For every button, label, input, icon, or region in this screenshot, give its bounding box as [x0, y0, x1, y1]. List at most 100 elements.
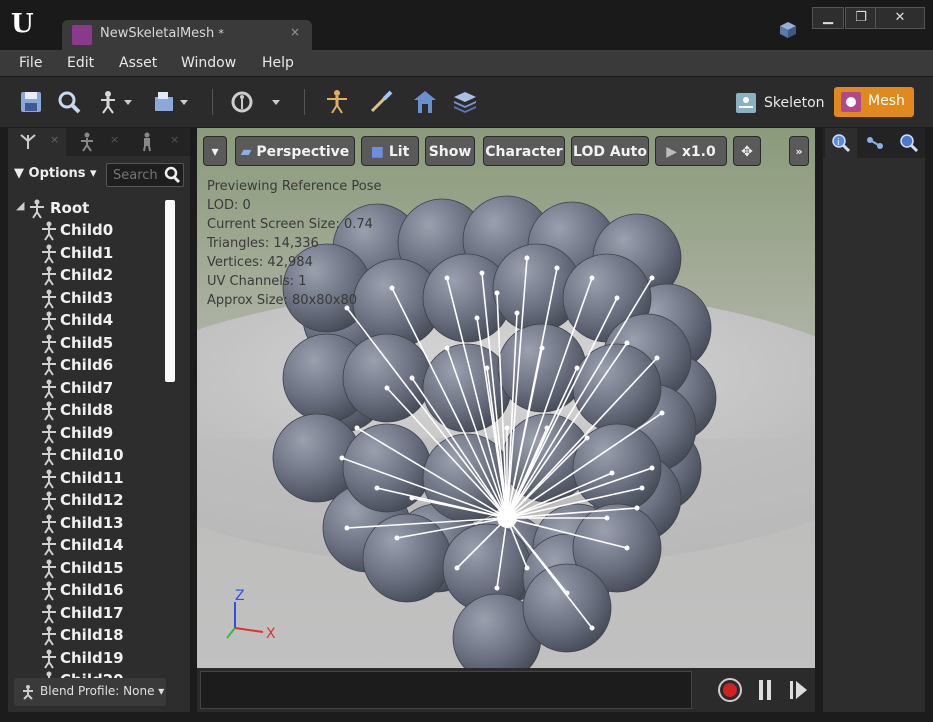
- skeleton-mode-label: Skeleton: [764, 95, 825, 111]
- bone-icon: [40, 671, 58, 678]
- tab-close-icon[interactable]: ×: [290, 25, 300, 39]
- tree-row-label: Child12: [60, 491, 124, 509]
- blend-profile-dropdown[interactable]: Blend Profile: None ▾: [14, 678, 166, 706]
- tab-pose-asset[interactable]: ×: [68, 128, 126, 156]
- bone-joint: [394, 535, 400, 541]
- bone-icon: [40, 514, 58, 534]
- pause-icon[interactable]: [755, 677, 775, 703]
- menu-asset[interactable]: Asset: [119, 55, 157, 71]
- bone-icon: [40, 334, 58, 354]
- blend-profile-label: Blend Profile: None ▾: [40, 684, 165, 698]
- record-icon[interactable]: [717, 677, 743, 703]
- skeleton-mode-button[interactable]: Skeleton: [730, 89, 828, 117]
- search-input[interactable]: [111, 166, 165, 184]
- bone-joint: [454, 565, 460, 571]
- bone-icon: [40, 536, 58, 556]
- lod-button[interactable]: LOD Auto: [571, 136, 649, 166]
- close-window-button[interactable]: ✕: [875, 7, 925, 29]
- tab-close-icon[interactable]: ×: [50, 133, 59, 146]
- bone-joint: [504, 425, 510, 431]
- tree-scrollbar[interactable]: [165, 200, 175, 382]
- mannequin-icon: [143, 132, 151, 152]
- maximize-button[interactable]: ❐: [845, 7, 877, 29]
- stat-line: LOD: 0: [207, 198, 251, 213]
- find-in-browser-icon[interactable]: [56, 89, 82, 115]
- axis-z-label: Z: [235, 588, 245, 604]
- search-box[interactable]: [106, 163, 184, 187]
- tree-row-label: Child14: [60, 536, 124, 554]
- search-icon[interactable]: [163, 166, 181, 184]
- viewport-overflow-button[interactable]: »: [789, 136, 809, 166]
- skeleton-tree-tabs: × × ×: [8, 128, 190, 156]
- step-forward-icon[interactable]: [787, 678, 809, 702]
- tree-row-label: Child11: [60, 468, 124, 487]
- play-speed-icon: ▶: [666, 144, 678, 160]
- tab-close-icon[interactable]: ×: [110, 133, 119, 146]
- socket-icon[interactable]: [412, 89, 438, 115]
- perspective-button[interactable]: ▰ Perspective: [235, 136, 355, 166]
- unreal-logo-icon[interactable]: U: [8, 7, 40, 39]
- blend-profile-icon: [23, 685, 33, 700]
- bone-joint: [494, 585, 500, 591]
- tree-row-label: Child13: [60, 513, 124, 532]
- preview-pose-icon[interactable]: [324, 89, 350, 115]
- details-tabs: i: [823, 128, 925, 158]
- bone-joint: [479, 270, 485, 276]
- skeleton-icon: [736, 93, 756, 113]
- bone-joint: [339, 455, 345, 461]
- expand-arrow-icon[interactable]: ◢: [16, 199, 24, 212]
- tab-skeleton-tree[interactable]: ×: [8, 128, 66, 156]
- source-control-icon[interactable]: [778, 20, 798, 40]
- tab-details[interactable]: i: [825, 128, 857, 158]
- root-joint: [497, 508, 517, 528]
- mesh-mode-button[interactable]: Mesh: [834, 87, 914, 117]
- import-dropdown-icon[interactable]: [152, 89, 192, 115]
- camera-pan-icon[interactable]: ✥: [733, 136, 761, 166]
- bone-joint: [609, 470, 615, 476]
- playback-speed-button[interactable]: ▶ x1.0: [655, 136, 727, 166]
- bone-icon: [40, 446, 58, 466]
- tab-physics[interactable]: [859, 128, 891, 158]
- tab-close-icon[interactable]: ×: [170, 133, 179, 146]
- tree-row-label: Child1: [60, 243, 114, 262]
- viewport-options-dropdown[interactable]: ▾: [203, 136, 227, 166]
- skeletal-mesh-icon: [72, 25, 92, 45]
- brush-icon[interactable]: [368, 89, 394, 115]
- show-button[interactable]: Show: [425, 136, 475, 166]
- tree-row-label: Child5: [60, 333, 114, 352]
- menu-edit[interactable]: Edit: [67, 55, 94, 71]
- menu-help[interactable]: Help: [262, 55, 294, 71]
- tree-row-label: Child8: [60, 401, 114, 419]
- chevron-down-icon: ▾: [90, 166, 97, 181]
- character-button[interactable]: Character: [483, 136, 565, 166]
- viewport[interactable]: ▾ ▰ Perspective ■ Lit Show Character LOD…: [197, 128, 815, 668]
- tree-row-label: Child6: [60, 356, 114, 374]
- tree-row-label: Child20: [60, 671, 124, 678]
- document-tab[interactable]: NewSkeletalMesh * ×: [62, 20, 312, 50]
- tree-row-label: Child2: [60, 266, 114, 284]
- bone-icon: [40, 244, 58, 264]
- tab-preview-settings[interactable]: [893, 128, 925, 158]
- reimport-icon[interactable]: [228, 89, 288, 115]
- menu-file[interactable]: File: [19, 55, 42, 71]
- options-dropdown[interactable]: ▼ Options ▾: [14, 166, 97, 181]
- save-icon[interactable]: [18, 89, 44, 115]
- bone-pose-icon[interactable]: [96, 89, 136, 115]
- tree-row-label: Child9: [60, 423, 114, 442]
- minimize-button[interactable]: ▁: [812, 7, 844, 29]
- bone-joint: [624, 545, 630, 551]
- menu-window[interactable]: Window: [181, 55, 236, 71]
- timeline-scrubber[interactable]: [200, 671, 692, 709]
- stat-line: Approx Size: 80x80x80: [207, 293, 358, 308]
- filter-icon: ▼: [14, 166, 24, 181]
- bone-joint: [409, 495, 415, 501]
- lit-cube-icon: ■: [370, 144, 384, 160]
- bone-joint: [524, 565, 530, 571]
- mesh-icon: [841, 92, 861, 112]
- character-icon: [81, 132, 93, 152]
- toolbar-separator: [212, 89, 213, 115]
- perspective-icon: ▰: [240, 144, 252, 160]
- tab-asset-details[interactable]: ×: [128, 128, 186, 156]
- lit-button[interactable]: ■ Lit: [361, 136, 419, 166]
- layers-icon[interactable]: [452, 89, 478, 115]
